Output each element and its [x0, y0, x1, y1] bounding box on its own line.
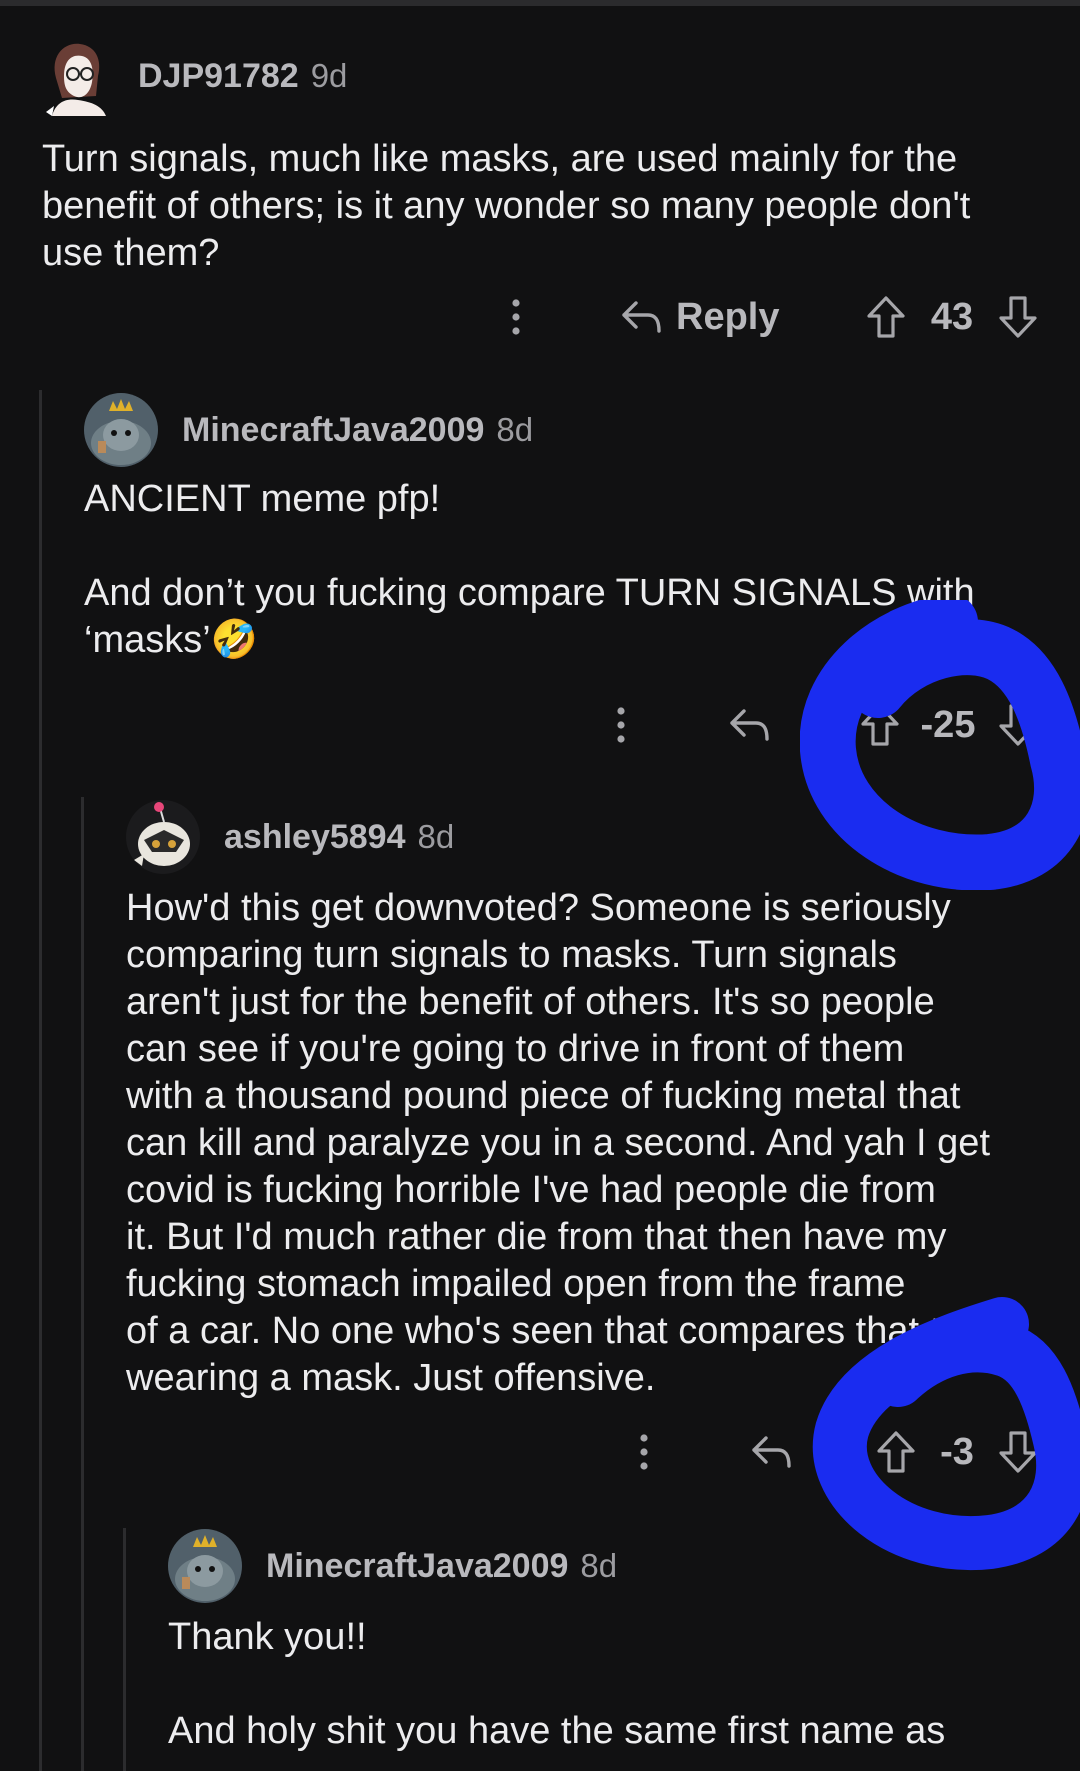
upvote-arrow-icon: [861, 704, 899, 746]
avatar[interactable]: [84, 393, 158, 467]
avatar-snoo-character-icon: [126, 800, 200, 874]
downvote-arrow-icon: [999, 296, 1037, 338]
score-value: 43: [930, 295, 974, 338]
comment-minecraftjava2009: MinecraftJava2009 8d ANCIENT meme pfp! A…: [84, 390, 1034, 664]
reply-arrow-icon: [622, 301, 661, 333]
avatar[interactable]: [42, 36, 114, 116]
username[interactable]: DJP91782: [138, 57, 299, 96]
avatar-woman-glasses-icon: [46, 43, 106, 116]
upvote-button[interactable]: [864, 287, 908, 347]
comment-minecraftjava2009-reply: MinecraftJava2009 8d Thank you!! And hol…: [168, 1526, 1068, 1755]
upvote-button[interactable]: [874, 1422, 918, 1482]
reply-arrow-icon: [752, 1436, 791, 1468]
downvote-arrow-icon: [999, 1431, 1037, 1473]
more-vertical-icon: [512, 299, 520, 335]
avatar-crowned-creature-icon: [168, 1529, 242, 1603]
upvote-arrow-icon: [867, 296, 905, 338]
score-value: -3: [940, 1430, 974, 1473]
comment-age: 8d: [580, 1547, 618, 1584]
comment-header: DJP91782 9d: [42, 36, 1042, 116]
comment-actions: Reply 43: [0, 287, 1080, 347]
avatar[interactable]: [126, 800, 200, 874]
downvote-button[interactable]: [996, 1422, 1040, 1482]
upvote-arrow-icon: [877, 1431, 915, 1473]
comment-header: MinecraftJava2009 8d: [84, 390, 1034, 470]
comment-body: Turn signals, much like masks, are used …: [42, 138, 971, 274]
vote-score: -25: [908, 695, 988, 755]
thread-line-level-3[interactable]: [123, 1528, 126, 1771]
comment-header: ashley5894 8d: [126, 797, 1056, 877]
reply-label: Reply: [676, 295, 780, 338]
more-options-button[interactable]: [500, 287, 532, 347]
username[interactable]: MinecraftJava2009: [266, 1547, 568, 1586]
more-vertical-icon: [617, 707, 625, 743]
downvote-button[interactable]: [996, 695, 1040, 755]
reply-button[interactable]: Reply: [620, 287, 790, 347]
thread-line-level-2[interactable]: [81, 797, 84, 1771]
comment-body: ANCIENT meme pfp! And don’t you fucking …: [84, 478, 975, 661]
comment-age: 9d: [310, 57, 348, 94]
comment-age: 8d: [417, 818, 455, 855]
downvote-arrow-icon: [999, 704, 1037, 746]
vote-score: -3: [930, 1422, 984, 1482]
downvote-button[interactable]: [996, 287, 1040, 347]
avatar[interactable]: [168, 1529, 242, 1603]
score-value: -25: [920, 703, 976, 746]
comment-actions: -3: [0, 1422, 1080, 1482]
vote-score: 43: [922, 287, 982, 347]
comment-age: 8d: [496, 411, 534, 448]
upvote-button[interactable]: [858, 695, 902, 755]
top-divider: [0, 0, 1080, 6]
comment-djp91782: DJP91782 9d Turn signals, much like mask…: [42, 36, 1042, 277]
comment-header: MinecraftJava2009 8d: [168, 1526, 1068, 1606]
username[interactable]: MinecraftJava2009: [182, 411, 484, 450]
comment-body: Thank you!! And holy shit you have the s…: [168, 1616, 946, 1752]
more-options-button[interactable]: [605, 695, 637, 755]
comment-ashley5894: ashley5894 8d How'd this get downvoted? …: [126, 797, 1056, 1402]
reply-button[interactable]: [746, 1422, 796, 1482]
reply-arrow-icon: [730, 709, 769, 741]
username[interactable]: ashley5894: [224, 818, 406, 857]
comment-body: How'd this get downvoted? Someone is ser…: [126, 887, 990, 1399]
avatar-crowned-creature-icon: [84, 393, 158, 467]
comment-actions: -25: [0, 695, 1080, 755]
more-options-button[interactable]: [628, 1422, 660, 1482]
more-vertical-icon: [640, 1434, 648, 1470]
reply-button[interactable]: [724, 695, 774, 755]
thread-line-level-1[interactable]: [39, 390, 42, 1771]
